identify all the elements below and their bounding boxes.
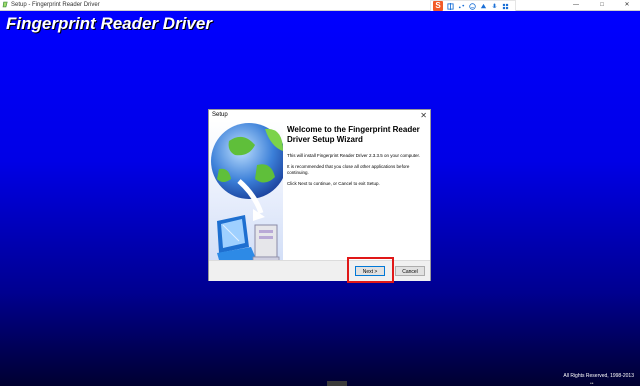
dialog-footer: Next > Cancel bbox=[209, 260, 430, 281]
minimize-button[interactable]: — bbox=[564, 0, 588, 10]
next-button-highlight bbox=[347, 257, 394, 283]
window-titlebar: Setup - Fingerprint Reader Driver S — □ … bbox=[0, 0, 640, 12]
setup-dialog: Setup ✕ Welcome to the Fingerprint Reade… bbox=[208, 109, 431, 281]
chinese-input-icon[interactable] bbox=[447, 2, 454, 10]
install-info-text: This will install Fingerprint Reader Dri… bbox=[287, 153, 421, 158]
copyright-text: All Rights Reserved, 1998-2013 bbox=[563, 373, 634, 379]
taskbar-fragment bbox=[327, 381, 347, 386]
skin-icon[interactable] bbox=[480, 3, 487, 10]
cancel-button[interactable]: Cancel bbox=[395, 266, 425, 276]
taskbar-hint: •• bbox=[590, 381, 594, 386]
maximize-button[interactable]: □ bbox=[590, 0, 614, 10]
dialog-title: Setup bbox=[212, 112, 228, 118]
dialog-close-button[interactable]: ✕ bbox=[420, 111, 427, 120]
punctuation-icon[interactable] bbox=[458, 3, 465, 10]
wizard-globe-computer-illustration bbox=[209, 121, 283, 271]
welcome-heading: Welcome to the Fingerprint Reader Driver… bbox=[287, 125, 420, 144]
installer-banner-title: Fingerprint Reader Driver bbox=[6, 14, 212, 33]
wizard-side-image bbox=[209, 121, 283, 271]
recommendation-text: It is recommended that you close all oth… bbox=[287, 164, 410, 175]
close-window-button[interactable]: ✕ bbox=[615, 0, 639, 10]
dialog-content: Welcome to the Fingerprint Reader Driver… bbox=[287, 125, 427, 192]
toolbox-icon[interactable] bbox=[502, 3, 509, 10]
emoji-icon[interactable] bbox=[469, 2, 476, 10]
dialog-titlebar: Setup ✕ bbox=[209, 110, 430, 121]
setup-app-icon bbox=[2, 1, 8, 8]
continue-instruction-text: Click Next to continue, or Cancel to exi… bbox=[287, 181, 380, 186]
microphone-icon[interactable] bbox=[491, 2, 498, 10]
sogou-ime-logo-icon[interactable]: S bbox=[433, 1, 443, 11]
window-title: Setup - Fingerprint Reader Driver bbox=[11, 2, 100, 8]
